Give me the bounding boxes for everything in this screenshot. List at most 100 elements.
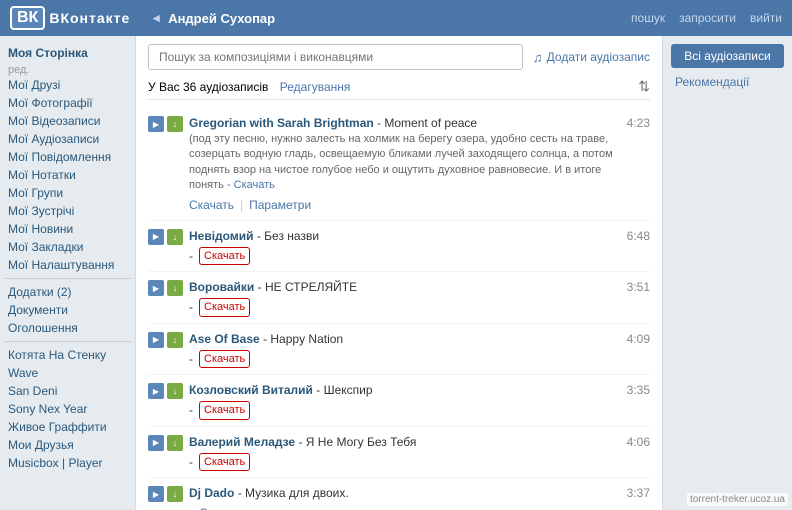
sidebar-link-photos[interactable]: Мої Фотографії	[4, 94, 131, 112]
edit-link[interactable]: Редагування	[280, 80, 351, 94]
download-outlined-2[interactable]: Скачать	[199, 298, 250, 317]
audio-title-5: - Я Не Могу Без Тебя	[298, 435, 416, 449]
audio-title-1: - Без назви	[257, 229, 319, 243]
dl-button-5[interactable]: ↓	[167, 435, 183, 451]
audio-actions-0: Скачать | Параметри	[189, 196, 614, 214]
watermark: torrent-treker.ucoz.ua	[687, 493, 788, 506]
audio-artist-4: Козловский Виталий	[189, 383, 313, 397]
audio-actions-2: - Скачать	[189, 298, 614, 317]
header-nav: пошук запросити вийти	[631, 11, 782, 25]
search-input[interactable]	[148, 44, 523, 70]
sidebar-link-meetings[interactable]: Мої Зустрічі	[4, 202, 131, 220]
audio-controls-3: ▶ ↓	[148, 332, 183, 348]
audio-artist-5: Валерий Меладзе	[189, 435, 295, 449]
audio-item: ▶ ↓ Dj Dado - Музика для двоих. - Скачат…	[148, 478, 650, 510]
download-outlined-1[interactable]: Скачать	[199, 247, 250, 266]
sidebar-link-group5[interactable]: Живое Граффити	[4, 418, 131, 436]
audio-info-4: Козловский Виталий - Шекспир - Скачать	[189, 381, 614, 420]
dl-button-2[interactable]: ↓	[167, 280, 183, 296]
nav-search[interactable]: пошук	[631, 11, 665, 25]
audio-title-0: - Moment of peace	[377, 116, 477, 130]
play-button-3[interactable]: ▶	[148, 332, 164, 348]
dl-button-6[interactable]: ↓	[167, 486, 183, 502]
audio-actions-6: - Скачать	[189, 504, 614, 510]
logo[interactable]: ВК ВКонтакте	[10, 6, 130, 30]
sidebar-link-audio[interactable]: Мої Аудіозаписи	[4, 130, 131, 148]
sidebar-link-settings[interactable]: Мої Налаштування	[4, 256, 131, 274]
params-link-0[interactable]: Параметри	[249, 196, 311, 214]
audio-artist-6: Dj Dado	[189, 486, 234, 500]
all-audio-button[interactable]: Всі аудіозаписи	[671, 44, 784, 68]
audio-actions-1: - Скачать	[189, 247, 614, 266]
sidebar-my-page-section: Моя Сторінка ред. Мої Друзі Мої Фотограф…	[4, 44, 131, 274]
audio-artist-3: Ase Of Base	[189, 332, 260, 346]
sidebar-edit-label[interactable]: ред.	[8, 64, 29, 76]
sidebar-link-bookmarks[interactable]: Мої Закладки	[4, 238, 131, 256]
download-outlined-4[interactable]: Скачать	[199, 401, 250, 420]
audio-duration-6: 3:37	[620, 486, 650, 500]
sidebar-groups-section: Котята На Стенку Wave San Deni Sony Nex …	[4, 346, 131, 472]
download-outlined-5[interactable]: Скачать	[199, 453, 250, 472]
audio-duration-2: 3:51	[620, 280, 650, 294]
sort-icon[interactable]: ⇅	[638, 78, 650, 95]
audio-controls-1: ▶ ↓	[148, 229, 183, 245]
play-button-2[interactable]: ▶	[148, 280, 164, 296]
audio-title-6: - Музика для двоих.	[238, 486, 349, 500]
download-link-0[interactable]: Скачать	[189, 196, 234, 214]
sidebar-link-my-page[interactable]: Моя Сторінка	[4, 44, 131, 62]
back-arrow[interactable]: ◄	[150, 11, 162, 25]
sidebar-link-addons[interactable]: Додатки (2)	[4, 283, 131, 301]
sidebar-link-group4[interactable]: Sony Nex Year	[4, 400, 131, 418]
sidebar-link-notes[interactable]: Мої Нотатки	[4, 166, 131, 184]
audio-duration-5: 4:06	[620, 435, 650, 449]
audio-title-3: - Happy Nation	[263, 332, 343, 346]
add-audio-button[interactable]: ♫ Додати аудіозапис	[533, 50, 650, 65]
sidebar-addons-section: Додатки (2) Документи Оголошення	[4, 283, 131, 337]
nav-logout[interactable]: вийти	[750, 11, 782, 25]
audio-list: ▶ ↓ Gregorian with Sarah Brightman - Mom…	[148, 108, 650, 510]
sidebar-link-videos[interactable]: Мої Відеозаписи	[4, 112, 131, 130]
play-button-5[interactable]: ▶	[148, 435, 164, 451]
download-outlined-3[interactable]: Скачать	[199, 350, 250, 369]
audio-count-row: У Вас 36 аудіозаписів Редагування ⇅	[148, 78, 650, 100]
audio-title-2: - НЕ СТРЕЛЯЙТЕ	[258, 280, 357, 294]
sidebar-link-group1[interactable]: Котята На Стенку	[4, 346, 131, 364]
add-audio-label: Додати аудіозапис	[547, 50, 650, 64]
sidebar-link-news[interactable]: Мої Новини	[4, 220, 131, 238]
dl-button-4[interactable]: ↓	[167, 383, 183, 399]
recommendations-link[interactable]: Рекомендації	[671, 72, 784, 92]
audio-artist-0: Gregorian with Sarah Brightman	[189, 116, 374, 130]
audio-duration-0: 4:23	[620, 116, 650, 130]
download-link-6[interactable]: Скачать	[199, 504, 244, 510]
audio-info-1: Невідомий - Без назви - Скачать	[189, 227, 614, 266]
header: ВК ВКонтакте ◄ Андрей Сухопар пошук запр…	[0, 0, 792, 36]
audio-title-4: - Шекспир	[316, 383, 372, 397]
sidebar-link-friends[interactable]: Мої Друзі	[4, 76, 131, 94]
audio-artist-1: Невідомий	[189, 229, 253, 243]
play-button-6[interactable]: ▶	[148, 486, 164, 502]
sidebar-link-announcements[interactable]: Оголошення	[4, 319, 131, 337]
audio-item: ▶ ↓ Невідомий - Без назви - Скачать 6:48	[148, 221, 650, 273]
audio-controls-5: ▶ ↓	[148, 435, 183, 451]
nav-invite[interactable]: запросити	[679, 11, 736, 25]
play-button-0[interactable]: ▶	[148, 116, 164, 132]
dl-button-0[interactable]: ↓	[167, 116, 183, 132]
sidebar-link-group6[interactable]: Мои Друзья	[4, 436, 131, 454]
audio-item: ▶ ↓ Ase Of Base - Happy Nation - Скачать…	[148, 324, 650, 376]
audio-duration-3: 4:09	[620, 332, 650, 346]
sidebar-link-documents[interactable]: Документи	[4, 301, 131, 319]
play-button-4[interactable]: ▶	[148, 383, 164, 399]
sidebar-divider-1	[4, 278, 131, 279]
audio-info-0: Gregorian with Sarah Brightman - Moment …	[189, 114, 614, 214]
play-button-1[interactable]: ▶	[148, 229, 164, 245]
sidebar-link-group2[interactable]: Wave	[4, 364, 131, 382]
dl-button-3[interactable]: ↓	[167, 332, 183, 348]
search-input-wrap	[148, 44, 523, 70]
sidebar-link-group3[interactable]: San Deni	[4, 382, 131, 400]
sidebar-link-groups[interactable]: Мої Групи	[4, 184, 131, 202]
search-bar-row: ♫ Додати аудіозапис	[148, 44, 650, 70]
dl-button-1[interactable]: ↓	[167, 229, 183, 245]
sidebar-link-messages[interactable]: Мої Повідомлення	[4, 148, 131, 166]
audio-controls-6: ▶ ↓	[148, 486, 183, 502]
sidebar-link-group7[interactable]: Musicbox | Player	[4, 454, 131, 472]
